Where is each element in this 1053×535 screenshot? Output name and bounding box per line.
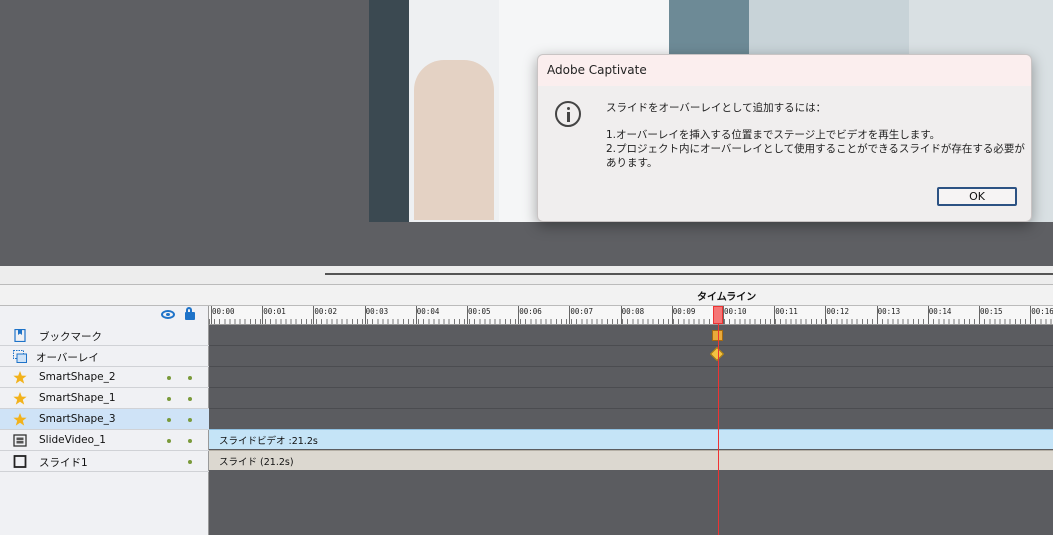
layer-label: ブックマーク <box>39 331 102 343</box>
track-bookmark <box>209 325 1053 346</box>
ruler-tick-label: 00:12 <box>826 307 849 316</box>
lock-dot[interactable] <box>188 460 192 464</box>
star-icon <box>13 371 27 384</box>
dialog-title: Adobe Captivate <box>547 63 647 77</box>
track-overlay <box>209 346 1053 367</box>
video-clip[interactable]: スライドビデオ :21.2s <box>209 429 1053 449</box>
ruler-tick-label: 00:15 <box>980 307 1003 316</box>
layer-panel-header <box>0 306 209 325</box>
minor-ticks <box>209 319 1053 324</box>
lock-dot[interactable] <box>188 439 192 443</box>
bookmark-icon <box>14 329 26 342</box>
layer-row-overlay[interactable]: オーバーレイ <box>0 346 209 367</box>
ruler-tick-label: 00:10 <box>724 307 747 316</box>
layer-row-smartshape-3[interactable]: SmartShape_3 <box>0 409 209 430</box>
layer-label: スライド1 <box>39 457 88 469</box>
lock-icon[interactable] <box>185 307 195 320</box>
visibility-dot[interactable] <box>167 397 171 401</box>
layer-row-bookmark[interactable]: ブックマーク <box>0 325 209 346</box>
star-icon <box>13 392 27 405</box>
ruler-tick-label: 00:00 <box>212 307 235 316</box>
dialog-step-2: 2.プロジェクト内にオーバーレイとして使用することができるスライドが存在する必要… <box>606 143 1025 155</box>
layer-row-smartshape-1[interactable]: SmartShape_1 <box>0 388 209 409</box>
track-smartshape-1 <box>209 388 1053 409</box>
dialog-step-1: 1.オーバーレイを挿入する位置までステージ上でビデオを再生します。 <box>606 129 941 141</box>
layer-label: SmartShape_3 <box>39 413 116 425</box>
ruler-tick-label: 00:02 <box>314 307 337 316</box>
visibility-dot[interactable] <box>167 376 171 380</box>
video-icon <box>13 434 27 447</box>
lock-dot[interactable] <box>188 376 192 380</box>
ruler-tick-label: 00:06 <box>519 307 542 316</box>
lock-dot[interactable] <box>188 397 192 401</box>
track-smartshape-3 <box>209 409 1053 430</box>
ruler-tick-label: 00:04 <box>416 307 440 316</box>
slide-icon <box>13 455 27 468</box>
playhead-handle[interactable] <box>713 306 723 324</box>
star-icon <box>13 413 27 426</box>
playhead-line <box>718 306 719 535</box>
ruler-tick-label: 00:09 <box>672 307 696 316</box>
ruler-tick-label: 00:14 <box>928 307 952 316</box>
ruler-tick-label: 00:05 <box>468 307 491 316</box>
visibility-dot[interactable] <box>167 418 171 422</box>
ruler-tick-label: 00:07 <box>570 307 593 316</box>
layer-label: SmartShape_1 <box>39 392 116 404</box>
layer-row-slidevideo-1[interactable]: SlideVideo_1 <box>0 430 209 451</box>
video-clip-label: スライドビデオ :21.2s <box>219 436 318 447</box>
timeline-title: タイムライン <box>697 292 757 303</box>
dialog-message-heading: スライドをオーバーレイとして追加するには： <box>606 102 827 114</box>
dialog-title-bar: Adobe Captivate <box>538 55 1031 86</box>
alert-dialog: Adobe Captivate スライドをオーバーレイとして追加するには： 1.… <box>537 54 1032 222</box>
ruler-tick-label: 00:01 <box>263 307 286 316</box>
timeline-tracks[interactable]: 00:00 00:01 00:02 00:03 00:04 00:05 00:06 00:07… <box>209 306 1053 535</box>
ruler-tick-label: 00:13 <box>877 307 901 316</box>
dialog-step-2-continued: あります。 <box>606 157 658 169</box>
layer-label: SlideVideo_1 <box>39 434 106 446</box>
track-smartshape-2 <box>209 367 1053 388</box>
panel-splitter[interactable] <box>0 266 1053 284</box>
splitter-line <box>325 273 1053 275</box>
time-ruler[interactable]: 00:00 00:01 00:02 00:03 00:04 00:05 00:06 00:07… <box>209 306 1053 325</box>
visibility-dot[interactable] <box>167 439 171 443</box>
layer-label: オーバーレイ <box>36 352 99 364</box>
layer-row-slide-1[interactable]: スライド1 <box>0 451 209 472</box>
info-icon <box>555 101 581 127</box>
slide-clip-label: スライド (21.2s) <box>219 457 294 468</box>
overlay-icon <box>13 350 27 363</box>
ruler-tick-label: 00:16 <box>1031 307 1053 316</box>
timeline-header: タイムライン <box>0 284 1053 306</box>
layer-panel: ブックマーク オーバーレイ SmartShape_2 SmartShape_1 … <box>0 306 209 535</box>
slide-clip[interactable]: スライド (21.2s) <box>209 450 1053 470</box>
ok-button[interactable]: OK <box>937 187 1017 206</box>
eye-icon[interactable] <box>161 310 175 319</box>
ruler-tick-label: 00:11 <box>775 307 798 316</box>
layer-row-smartshape-2[interactable]: SmartShape_2 <box>0 367 209 388</box>
layer-label: SmartShape_2 <box>39 371 116 383</box>
ruler-tick-label: 00:03 <box>365 307 389 316</box>
ruler-tick-label: 00:08 <box>621 307 645 316</box>
lock-dot[interactable] <box>188 418 192 422</box>
